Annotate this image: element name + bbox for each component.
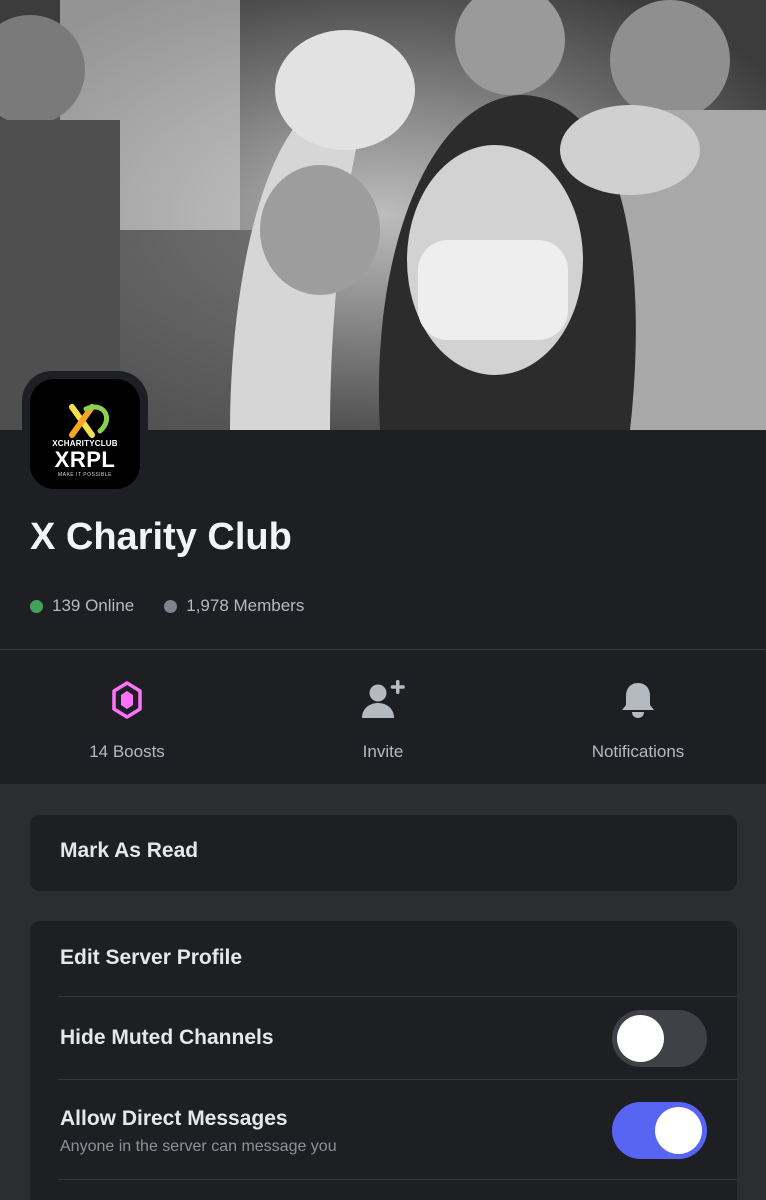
server-profile-sheet: XCHARITYCLUB XRPL MAKE IT POSSIBLE X Cha… [0, 0, 766, 1200]
member-count-label: 1,978 Members [186, 596, 305, 615]
online-count-label: 139 Online [52, 596, 135, 615]
server-name: X Charity Club [30, 516, 292, 558]
server-icon: XCHARITYCLUB XRPL MAKE IT POSSIBLE [22, 371, 148, 497]
row-divider [58, 1179, 737, 1180]
server-actions-row: 14 Boosts Invite Notifications [0, 650, 766, 784]
server-settings-card: Edit Server Profile Hide Muted Channels … [30, 921, 737, 1200]
boost-gem-icon [112, 681, 142, 719]
logo-tagline: MAKE IT POSSIBLE [57, 472, 113, 478]
add-user-icon [362, 680, 405, 718]
mark-as-read-button[interactable]: Mark As Read [30, 815, 737, 891]
online-count: 139 Online [30, 596, 134, 616]
online-status-dot [30, 599, 43, 613]
hide-muted-channels-label: Hide Muted Channels [60, 1026, 274, 1049]
server-banner-image [0, 0, 766, 430]
allow-direct-messages-description: Anyone in the server can message you [60, 1138, 337, 1155]
boosts-button[interactable]: 14 Boosts [27, 680, 227, 762]
logo-big-text: XRPL [54, 447, 116, 472]
notifications-label: Notifications [591, 742, 685, 761]
allow-direct-messages-label: Allow Direct Messages [60, 1107, 288, 1130]
allow-direct-messages-row: Allow Direct Messages Anyone in the serv… [30, 1080, 737, 1180]
notifications-button[interactable]: Notifications [538, 680, 738, 762]
server-logo: XCHARITYCLUB XRPL MAKE IT POSSIBLE [30, 379, 140, 489]
server-stats: 139 Online 1,978 Members [30, 596, 334, 616]
members-status-dot [164, 599, 178, 613]
boosts-label: 14 Boosts [89, 742, 165, 761]
edit-server-profile-button[interactable]: Edit Server Profile [30, 921, 737, 997]
mark-as-read-label: Mark As Read [60, 839, 199, 862]
invite-label: Invite [362, 742, 404, 761]
hide-muted-channels-row: Hide Muted Channels [30, 997, 737, 1080]
invite-button[interactable]: Invite [283, 680, 483, 762]
toggle-knob [617, 1015, 664, 1062]
member-count: 1,978 Members [164, 596, 304, 616]
allow-direct-messages-toggle[interactable] [612, 1102, 707, 1159]
hide-muted-channels-toggle[interactable] [612, 1010, 707, 1067]
bell-icon [622, 683, 654, 718]
toggle-knob [655, 1107, 702, 1154]
edit-server-profile-label: Edit Server Profile [60, 946, 243, 969]
mark-as-read-card: Mark As Read [30, 815, 737, 891]
